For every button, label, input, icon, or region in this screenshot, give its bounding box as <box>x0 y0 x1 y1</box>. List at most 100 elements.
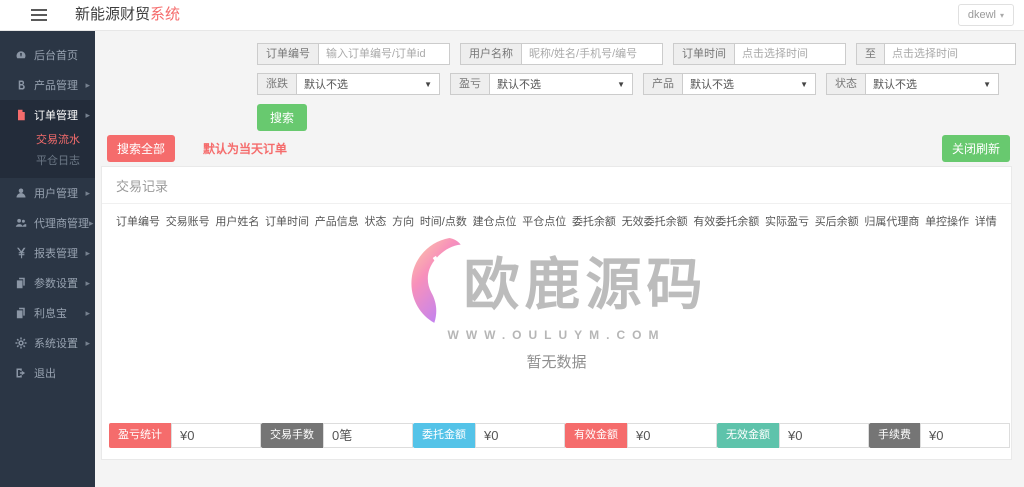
filter-input[interactable] <box>734 43 846 65</box>
sidebar-item-user[interactable]: 用户管理 ▸ <box>0 178 95 208</box>
filter-label: 至 <box>856 43 884 65</box>
stat-label-chip: 有效金额 <box>565 423 627 448</box>
filter-label: 用户名称 <box>460 43 521 65</box>
stat-label-chip: 手续费 <box>869 423 920 448</box>
filter-label: 状态 <box>826 73 865 95</box>
stat-value: ¥0 <box>920 423 1010 448</box>
stat-value: 0笔 <box>323 423 413 448</box>
filter-input[interactable] <box>884 43 1016 65</box>
filter-group: 状态 默认不选 ▼ <box>826 73 999 95</box>
filter-select[interactable]: 默认不选 ▼ <box>296 73 440 95</box>
panel-title: 交易记录 <box>102 167 1011 204</box>
sidebar-item-label: 系统设置 <box>34 338 78 350</box>
user-dropdown[interactable]: dkewl ▾ <box>957 4 1014 26</box>
hamburger-menu-icon[interactable] <box>31 9 47 21</box>
sidebar-item-label: 报表管理 <box>34 248 78 260</box>
sidebar-item-system[interactable]: 系统设置 ▸ <box>0 328 95 358</box>
chevron-right-icon: ▸ <box>85 337 90 348</box>
sidebar-item-label: 后台首页 <box>34 50 78 62</box>
sidebar-subitem[interactable]: 交易流水 <box>0 130 95 151</box>
app-title-accent: 系统 <box>150 6 181 23</box>
sidebar-item-label: 用户管理 <box>34 188 78 200</box>
select-value: 默认不选 <box>873 79 917 91</box>
sidebar-item-order[interactable]: 订单管理 ▸ <box>0 100 95 130</box>
watermark: 欧鹿源码 <box>406 234 708 326</box>
report-icon <box>13 247 28 260</box>
column-header: 平仓点位 <box>522 216 567 228</box>
chevron-right-icon: ▸ <box>85 277 90 288</box>
sidebar-item-dashboard[interactable]: 后台首页 <box>0 40 95 70</box>
column-header: 方向 <box>392 216 415 228</box>
stat-label-chip: 委托金额 <box>413 423 475 448</box>
stat-item: 盈亏统计 ¥0 <box>109 423 261 448</box>
stat-value: ¥0 <box>171 423 261 448</box>
caret-down-icon: ▾ <box>999 11 1004 20</box>
sidebar-item-label: 产品管理 <box>34 80 78 92</box>
chevron-right-icon: ▸ <box>85 307 90 318</box>
sidebar-item-label: 利息宝 <box>34 308 67 320</box>
stat-value: ¥0 <box>627 423 717 448</box>
filter-group: 产品 默认不选 ▼ <box>643 73 816 95</box>
filter-input[interactable] <box>318 43 450 65</box>
filter-label: 涨跌 <box>257 73 296 95</box>
sidebar-item-report[interactable]: 报表管理 ▸ <box>0 238 95 268</box>
chevron-right-icon: ▸ <box>85 247 90 258</box>
filter-select[interactable]: 默认不选 ▼ <box>682 73 816 95</box>
sidebar-item-params[interactable]: 参数设置 ▸ <box>0 268 95 298</box>
sidebar-item-logout[interactable]: 退出 <box>0 358 95 388</box>
interest-icon <box>13 307 28 320</box>
caret-down-icon: ▼ <box>983 79 991 89</box>
select-value: 默认不选 <box>690 79 734 91</box>
column-header: 产品信息 <box>314 216 359 228</box>
stat-label-chip: 无效金额 <box>717 423 779 448</box>
filter-group: 用户名称 <box>460 43 663 65</box>
sidebar-item-label: 代理商管理 <box>34 218 89 230</box>
stat-value: ¥0 <box>779 423 869 448</box>
column-header: 订单时间 <box>265 216 310 228</box>
stat-item: 无效金额 ¥0 <box>717 423 869 448</box>
close-refresh-button[interactable]: 关闭刷新 <box>941 134 1010 162</box>
caret-down-icon: ▼ <box>800 79 808 89</box>
table-header-row: 订单编号 交易账号 用户姓名 订单时间 产品信息 状态 方向 时间/点数 建仓点位 平仓点位 委托余… <box>102 204 1011 234</box>
column-header: 用户姓名 <box>215 216 260 228</box>
search-all-button[interactable]: 搜索全部 <box>107 134 176 162</box>
sidebar-submenu: 交易流水 平仓日志 <box>0 130 95 178</box>
stat-item: 交易手数 0笔 <box>261 423 413 448</box>
stats-row: 盈亏统计 ¥0 交易手数 0笔 委托金额 ¥0 有效金额 ¥0 无效金额 ¥0 手续费 ¥0 <box>102 423 1011 459</box>
app-title: 新能源财贸系统 <box>75 0 180 30</box>
watermark-deer-logo <box>410 238 461 323</box>
sidebar-item-label: 退出 <box>34 368 56 380</box>
caret-down-icon: ▼ <box>424 79 432 89</box>
sidebar-item-product[interactable]: 产品管理 ▸ <box>0 70 95 100</box>
filter-row-1: 订单编号 用户名称 订单时间 至 <box>257 43 1016 65</box>
table-empty-body: 欧鹿源码 WWW.OULUYM.COM 暂无数据 盈亏统计 ¥0 交易手数 0笔 委托金… <box>102 234 1011 459</box>
filter-group: 订单编号 <box>257 43 450 65</box>
column-header: 建仓点位 <box>472 216 517 228</box>
filter-select[interactable]: 默认不选 ▼ <box>865 73 999 95</box>
filter-label: 盈亏 <box>450 73 489 95</box>
filter-select[interactable]: 默认不选 ▼ <box>489 73 633 95</box>
params-icon <box>13 277 28 290</box>
column-header: 实际盈亏 <box>765 216 809 228</box>
column-header: 买后余额 <box>814 216 859 228</box>
column-header: 详情 <box>974 216 997 228</box>
select-value: 默认不选 <box>497 79 541 91</box>
main-content: 订单编号用户名称订单时间至 涨跌默认不选▼盈亏默认不选▼产品默认不选▼状态默认不… <box>95 30 1024 487</box>
column-header: 状态 <box>364 216 387 228</box>
filter-label: 产品 <box>643 73 682 95</box>
select-value: 默认不选 <box>304 79 348 91</box>
system-icon <box>13 337 28 350</box>
sidebar-item-agents[interactable]: 代理商管理 ▸ <box>0 208 95 238</box>
chevron-right-icon: ▸ <box>85 187 90 198</box>
filter-group: 订单时间 <box>673 43 846 65</box>
filter-input[interactable] <box>521 43 663 65</box>
sidebar-item-label: 订单管理 <box>34 110 78 122</box>
user-icon <box>13 187 28 200</box>
sidebar-item-interest[interactable]: 利息宝 ▸ <box>0 298 95 328</box>
sidebar-subitem[interactable]: 平仓日志 <box>0 151 95 172</box>
filter-label: 订单编号 <box>257 43 318 65</box>
dashboard-icon <box>13 49 28 62</box>
filter-group: 至 <box>856 43 1016 65</box>
user-name: dkewl <box>967 9 996 21</box>
search-button[interactable]: 搜索 <box>257 104 308 131</box>
